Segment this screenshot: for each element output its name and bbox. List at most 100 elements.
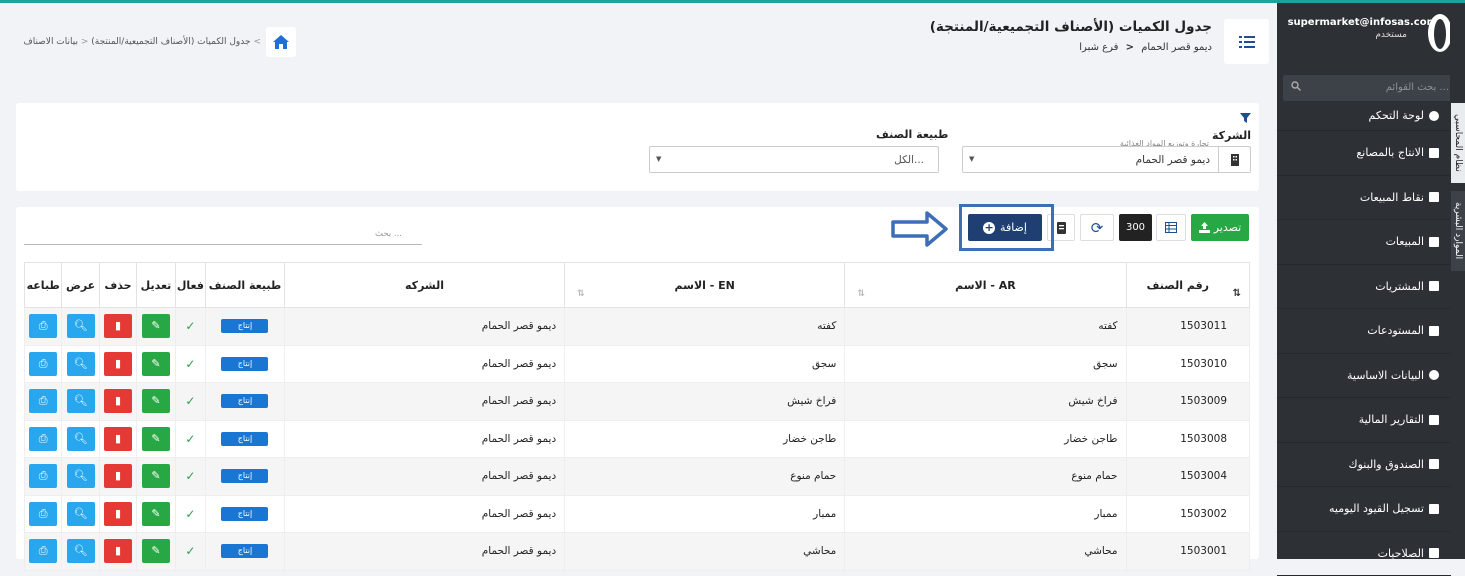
building-icon [1218, 147, 1250, 172]
sidebar-item[interactable]: الانتاج بالمصانع [1277, 131, 1451, 176]
export-button[interactable]: تصدير [1191, 214, 1249, 241]
edit-row-button[interactable]: ✎ [142, 427, 170, 451]
view-row-button[interactable]: 🔍︎ [67, 352, 95, 376]
col-name-ar[interactable]: الاسم - AR⇅ [845, 263, 1126, 308]
document-icon [1057, 222, 1066, 234]
card-icon [1429, 281, 1439, 291]
sidebar-search-input[interactable]: بحث القوائم ... [1283, 75, 1459, 101]
cell-name-ar: طاجن خضار [845, 420, 1126, 458]
upload-icon [1199, 222, 1210, 233]
sidebar-item-label: البيانات الاساسية [1347, 369, 1424, 382]
info-icon [1429, 370, 1439, 380]
print-row-button[interactable]: ⎙ [29, 427, 57, 451]
sidebar-item[interactable]: البيانات الاساسية [1277, 354, 1451, 399]
col-company[interactable]: الشركه [284, 263, 564, 308]
view-row-button[interactable]: 🔍︎ [67, 389, 95, 413]
print-row-button[interactable]: ⎙ [29, 539, 57, 563]
col-item-code[interactable]: رقم الصنف⇅ [1126, 263, 1249, 308]
item-type-select[interactable]: الكل... ▼ [649, 146, 939, 173]
delete-row-button[interactable]: ▮ [104, 314, 132, 338]
edit-icon: ✎ [151, 357, 160, 370]
view-row-button[interactable]: 🔍︎ [67, 502, 95, 526]
cell-name-en: محاشي [565, 533, 845, 571]
edit-row-button[interactable]: ✎ [142, 352, 170, 376]
printer-icon: ⎙ [39, 357, 48, 370]
edit-row-button[interactable]: ✎ [142, 539, 170, 563]
sidebar-item[interactable]: الصلاحيات [1277, 532, 1451, 576]
printer-icon: ⎙ [39, 469, 48, 482]
delete-row-button[interactable]: ▮ [104, 502, 132, 526]
edit-row-button[interactable]: ✎ [142, 502, 170, 526]
delete-row-button[interactable]: ▮ [104, 539, 132, 563]
file-icon [1429, 504, 1439, 514]
edit-row-button[interactable]: ✎ [142, 314, 170, 338]
menu-toggle-button[interactable] [1224, 19, 1269, 64]
refresh-button[interactable]: ⟳ [1080, 214, 1114, 241]
sort-icon: ⇅ [577, 289, 585, 299]
sidebar-item-label: لوحة التحكم [1369, 109, 1424, 122]
sidebar-item[interactable]: تسجيل القيود اليوميه [1277, 487, 1451, 532]
sidebar-item[interactable]: نقاط المبيعات [1277, 176, 1451, 221]
edit-icon: ✎ [151, 432, 160, 445]
col-delete: حذف [99, 263, 136, 308]
delete-row-button[interactable]: ▮ [104, 427, 132, 451]
edit-row-button[interactable]: ✎ [142, 464, 170, 488]
filter-icon[interactable] [1240, 113, 1251, 123]
edit-icon: ✎ [151, 469, 160, 482]
view-row-button[interactable]: 🔍︎ [67, 539, 95, 563]
sidebar-item-label: التقارير المالية [1359, 413, 1424, 426]
columns-button[interactable] [1156, 214, 1186, 241]
delete-row-button[interactable]: ▮ [104, 352, 132, 376]
search-icon: 🔍︎ [74, 394, 88, 407]
item-type-badge: إنتاج [221, 544, 268, 558]
check-icon: ✓ [185, 507, 195, 521]
arrow-right-icon [891, 210, 949, 248]
cell-company: ديمو قصر الحمام [284, 533, 564, 571]
edit-icon: ✎ [151, 507, 160, 520]
view-row-button[interactable]: 🔍︎ [67, 314, 95, 338]
tab-accounting-system[interactable]: نظام المحاسبي [1451, 103, 1465, 183]
sidebar-item[interactable]: المشتريات [1277, 265, 1451, 310]
home-button[interactable] [266, 27, 296, 57]
page-size-button[interactable]: 300 [1119, 214, 1152, 241]
cell-name-en: ممبار [565, 495, 845, 533]
cell-company: ديمو قصر الحمام [284, 345, 564, 383]
print-row-button[interactable]: ⎙ [29, 314, 57, 338]
home-icon [273, 35, 289, 49]
sidebar-item[interactable]: المبيعات [1277, 220, 1451, 265]
sidebar-item[interactable]: لوحة التحكم [1277, 101, 1451, 131]
print-row-button[interactable]: ⎙ [29, 352, 57, 376]
delete-row-button[interactable]: ▮ [104, 389, 132, 413]
sidebar-item-label: المستودعات [1367, 324, 1424, 337]
trash-icon: ▮ [115, 432, 121, 445]
print-row-button[interactable]: ⎙ [29, 502, 57, 526]
print-row-button[interactable]: ⎙ [29, 389, 57, 413]
subtitle-company: ديمو قصر الحمام [1141, 42, 1212, 53]
cell-name-ar: كفته [845, 308, 1126, 346]
check-icon: ✓ [185, 432, 195, 446]
cell-item-code: 1503004 [1126, 458, 1249, 496]
page-title: جدول الكميات (الأصناف التجميعية/المنتجة) [900, 19, 1212, 35]
table-search-input[interactable]: بحث ... [24, 229, 422, 245]
company-select[interactable]: ديمو قصر الحمام ▼ [962, 146, 1251, 173]
view-row-button[interactable]: 🔍︎ [67, 464, 95, 488]
edit-row-button[interactable]: ✎ [142, 389, 170, 413]
item-type-badge: إنتاج [221, 319, 268, 333]
cell-company: ديمو قصر الحمام [284, 420, 564, 458]
print-row-button[interactable]: ⎙ [29, 464, 57, 488]
delete-row-button[interactable]: ▮ [104, 464, 132, 488]
cell-item-code: 1503002 [1126, 495, 1249, 533]
cell-name-ar: ممبار [845, 495, 1126, 533]
breadcrumb-link-items[interactable]: بيانات الاصناف [23, 37, 78, 47]
sidebar-item[interactable]: التقارير المالية [1277, 398, 1451, 443]
col-name-en[interactable]: الاسم - EN⇅ [565, 263, 845, 308]
sidebar-item-label: المبيعات [1386, 235, 1424, 248]
item-type-label: طبيعة الصنف [876, 128, 948, 141]
table-row: ⎙🔍︎▮✎✓إنتاجديمو قصر الحمامكفتهكفته150301… [25, 308, 1250, 346]
sidebar-item[interactable]: المستودعات [1277, 309, 1451, 354]
sidebar-item[interactable]: الصندوق والبنوك [1277, 443, 1451, 488]
view-row-button[interactable]: 🔍︎ [67, 427, 95, 451]
search-icon: 🔍︎ [74, 544, 88, 557]
cell-item-code: 1503010 [1126, 345, 1249, 383]
tab-human-resources[interactable]: الموارد البشرية [1451, 191, 1465, 271]
